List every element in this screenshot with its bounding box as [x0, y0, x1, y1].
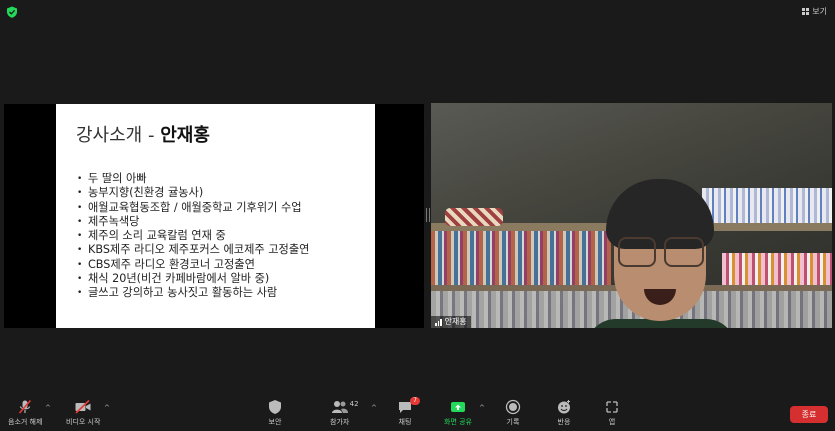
reactions-label: 반응 [557, 418, 571, 426]
view-button[interactable]: 보기 [802, 6, 827, 17]
video-options-caret-icon[interactable]: ^ [104, 404, 110, 412]
shield-icon [269, 400, 281, 414]
unmute-button[interactable]: 음소거 해제 [8, 398, 42, 427]
unmute-label: 음소거 해제 [8, 418, 43, 426]
apps-button[interactable]: 앱 [605, 398, 619, 427]
slide-bullet: 농부지향(친환경 귤농사) [77, 186, 309, 201]
grid-icon [802, 8, 810, 15]
security-button[interactable]: 보안 [268, 398, 282, 427]
slide-bullet: CBS제주 라디오 환경코너 고정출연 [77, 258, 309, 273]
start-video-button[interactable]: 비디오 시작 [66, 398, 100, 427]
signal-bars-icon [435, 318, 442, 326]
view-label: 보기 [812, 7, 827, 16]
slide-bullet: 채식 20년(비건 카페바람에서 알바 중) [77, 272, 309, 287]
slide-bullet: 제주녹색당 [77, 215, 309, 230]
participant-name-tag: 안재홍 [431, 316, 471, 328]
slide-title-name: 안재홍 [160, 125, 210, 146]
chat-unread-badge: 7 [410, 397, 420, 405]
slide-bullet: 애월교육협동조합 / 애월중학교 기후위기 수업 [77, 201, 309, 216]
end-meeting-button[interactable]: 종료 [790, 406, 828, 423]
audio-options-caret-icon[interactable]: ^ [45, 404, 51, 412]
participants-icon [331, 401, 348, 413]
share-screen-icon [451, 402, 465, 412]
meeting-toolbar: 음소거 해제 ^ 비디오 시작 ^ 보안 42 참가자 ^ 7 채팅 화면 공유… [0, 396, 835, 431]
slide-bullet: KBS제주 라디오 제주포커스 에코제주 고정출연 [77, 243, 309, 258]
participant-person [586, 179, 736, 328]
muted-microphone-icon [19, 399, 32, 414]
record-icon [505, 399, 521, 415]
slide-bullet-list: 두 딸의 아빠 농부지향(친환경 귤농사) 애월교육협동조합 / 애월중학교 기… [76, 172, 309, 301]
share-options-caret-icon[interactable]: ^ [479, 404, 485, 412]
record-button[interactable]: 기록 [505, 398, 521, 427]
slide-title: 강사소개 - 안재홍 [76, 121, 210, 147]
start-video-label: 비디오 시작 [66, 418, 101, 426]
security-shield-icon[interactable] [6, 6, 18, 18]
participants-count: 42 [349, 400, 359, 408]
participants-label: 참가자 [330, 418, 350, 426]
share-screen-label: 화면 공유 [444, 418, 472, 426]
slide-bullet: 두 딸의 아빠 [77, 172, 309, 187]
presentation-slide: 강사소개 - 안재홍 두 딸의 아빠 농부지향(친환경 귤농사) 애월교육협동조… [56, 104, 375, 328]
participant-video [431, 103, 832, 328]
share-screen-button[interactable]: 화면 공유 [444, 398, 472, 427]
apps-icon [606, 401, 618, 413]
slide-bullet: 제주의 소리 교육칼럼 연재 중 [77, 229, 309, 244]
panel-resize-handle[interactable] [426, 208, 430, 222]
reaction-emoji-icon [558, 400, 570, 414]
security-label: 보안 [268, 418, 282, 426]
record-label: 기록 [506, 418, 520, 426]
shared-screen: 강사소개 - 안재홍 두 딸의 아빠 농부지향(친환경 귤농사) 애월교육협동조… [4, 104, 424, 328]
chat-button[interactable]: 7 채팅 [397, 397, 420, 427]
video-off-icon [75, 399, 91, 414]
participants-button[interactable]: 42 참가자 [330, 398, 359, 427]
slide-title-prefix: 강사소개 - [76, 125, 155, 146]
reactions-button[interactable]: 반응 [556, 398, 572, 427]
apps-label: 앱 [608, 418, 616, 426]
slide-bullet: 글쓰고 강의하고 농사짓고 활동하는 사람 [77, 286, 309, 301]
participants-options-caret-icon[interactable]: ^ [371, 404, 377, 412]
participant-name: 안재홍 [444, 317, 467, 326]
chat-label: 채팅 [398, 418, 412, 426]
